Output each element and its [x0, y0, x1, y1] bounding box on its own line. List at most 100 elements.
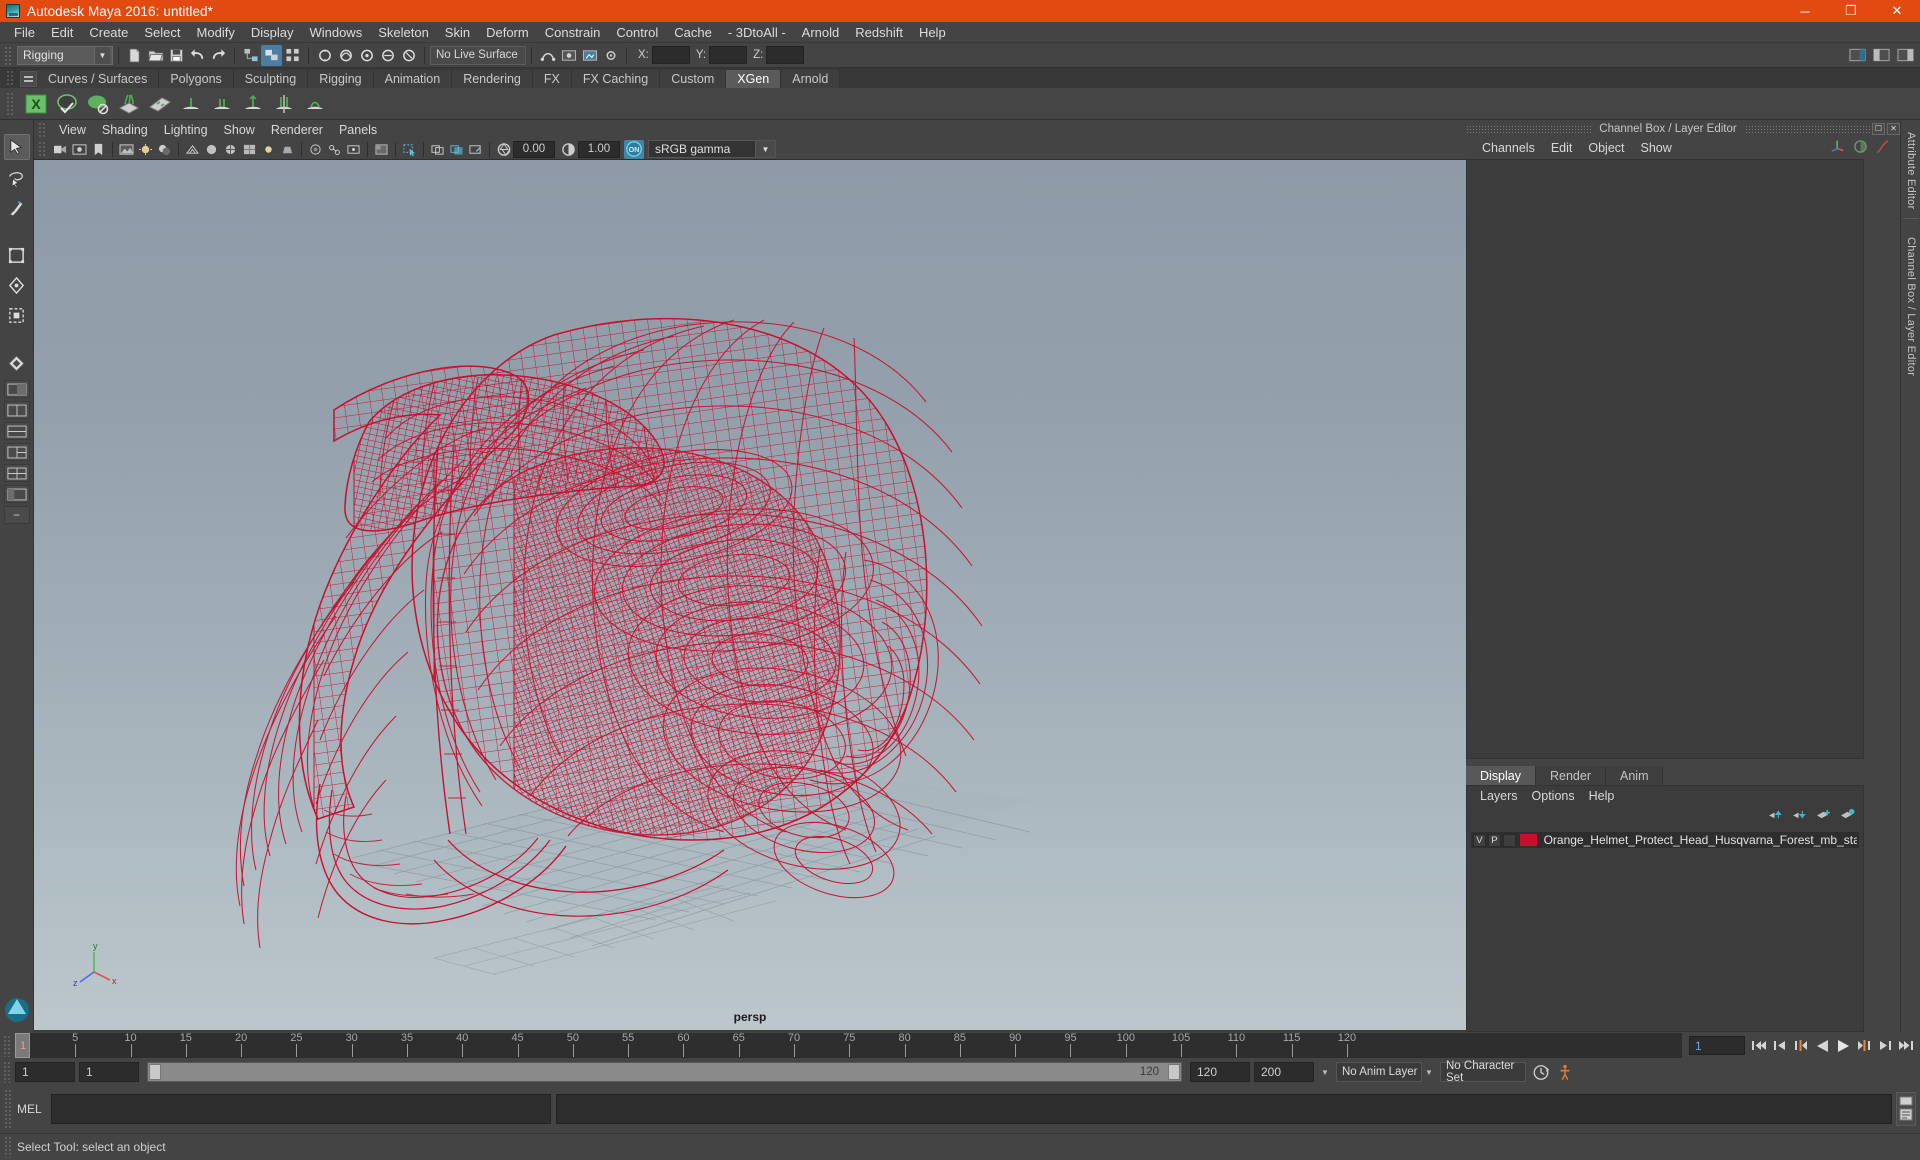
step-back-frame-icon[interactable]: [1792, 1036, 1810, 1055]
undo-button[interactable]: [187, 45, 208, 66]
viewport-menu-show[interactable]: Show: [216, 122, 263, 138]
layout-two-pane-stacked-button[interactable]: [3, 422, 30, 440]
xgen-groomable-spline-icon[interactable]: [83, 89, 113, 119]
menu-display[interactable]: Display: [243, 23, 302, 42]
maximize-button[interactable]: ❐: [1828, 0, 1874, 22]
chevron-down-icon[interactable]: ▼: [1318, 1062, 1332, 1082]
create-layer-from-selected-icon[interactable]: [1840, 808, 1855, 824]
xgen-window-icon[interactable]: X: [21, 89, 51, 119]
layer-display-type-toggle[interactable]: [1502, 833, 1516, 847]
snap-to-curve-button[interactable]: [335, 45, 356, 66]
channel-box-menu-channels[interactable]: Channels: [1474, 140, 1543, 156]
menu-arnold[interactable]: Arnold: [794, 23, 848, 42]
menu-skeleton[interactable]: Skeleton: [370, 23, 437, 42]
select-by-component-type-button[interactable]: [282, 45, 303, 66]
anim-layer-selector[interactable]: No Anim Layer: [1336, 1062, 1422, 1082]
statusline-grip[interactable]: [4, 45, 13, 65]
chevron-down-icon[interactable]: ▼: [755, 141, 775, 157]
wireframe-shaded-icon[interactable]: [183, 140, 202, 159]
menu-select[interactable]: Select: [136, 23, 188, 42]
shelf-icons-grip[interactable]: [6, 91, 15, 116]
xgen-length-brush-icon[interactable]: [238, 89, 268, 119]
xray-icon[interactable]: [306, 140, 325, 159]
xgen-spline-primitive-icon[interactable]: [52, 89, 82, 119]
shelf-tab-polygons[interactable]: Polygons: [159, 70, 234, 88]
shelf-menu-button[interactable]: [20, 71, 37, 87]
undock-panel-button[interactable]: ☐: [1872, 122, 1886, 135]
save-scene-button[interactable]: [166, 45, 187, 66]
channel-box-menu-edit[interactable]: Edit: [1543, 140, 1581, 156]
animation-end-field[interactable]: 200: [1254, 1062, 1314, 1082]
play-backwards-icon[interactable]: [1813, 1036, 1831, 1055]
show-hide-channel-box-button[interactable]: [1895, 45, 1916, 66]
shelf-tab-fx-caching[interactable]: FX Caching: [571, 70, 661, 88]
shading-sphere-icon[interactable]: [1853, 139, 1868, 157]
current-time-indicator[interactable]: 1: [15, 1033, 30, 1058]
shelf-tab-rigging[interactable]: Rigging: [308, 70, 374, 88]
viewport-menu-renderer[interactable]: Renderer: [263, 122, 331, 138]
menu-deform[interactable]: Deform: [478, 23, 537, 42]
show-hide-tool-settings-button[interactable]: [1871, 45, 1892, 66]
current-frame-field[interactable]: 1: [1689, 1036, 1745, 1055]
viewport-menu-panels[interactable]: Panels: [331, 122, 385, 138]
select-camera-icon[interactable]: [51, 140, 70, 159]
script-editor-icon[interactable]: [1896, 1092, 1916, 1126]
open-scene-button[interactable]: [145, 45, 166, 66]
create-empty-layer-icon[interactable]: [1816, 808, 1831, 824]
menu-modify[interactable]: Modify: [189, 23, 243, 42]
shelf-tab-custom[interactable]: Custom: [660, 70, 727, 88]
command-input[interactable]: [51, 1094, 551, 1124]
step-forward-key-icon[interactable]: [1876, 1036, 1894, 1055]
move-tool[interactable]: [4, 242, 30, 268]
z-axis-field[interactable]: [766, 46, 805, 64]
menu-constrain[interactable]: Constrain: [537, 23, 609, 42]
shelf-grip[interactable]: [6, 70, 15, 87]
help-line-grip[interactable]: [4, 1136, 13, 1158]
bookmark-icon[interactable]: [89, 140, 108, 159]
layer-menu-layers[interactable]: Layers: [1473, 788, 1525, 804]
film-gate-icon[interactable]: [447, 140, 466, 159]
script-language-label[interactable]: MEL: [17, 1102, 51, 1116]
range-slider-grip[interactable]: [3, 1061, 12, 1083]
exposure-isolate-icon[interactable]: [372, 140, 391, 159]
lasso-select-tool[interactable]: [4, 164, 30, 190]
camera-attributes-icon[interactable]: [70, 140, 89, 159]
channel-box-layer-editor-tab[interactable]: Channel Box / Layer Editor: [1905, 237, 1917, 376]
shelf-tab-rendering[interactable]: Rendering: [452, 70, 533, 88]
paint-select-tool[interactable]: [4, 194, 30, 220]
menu-edit[interactable]: Edit: [43, 23, 81, 42]
channel-box-menu-show[interactable]: Show: [1633, 140, 1680, 156]
attribute-editor-tab[interactable]: Attribute Editor: [1905, 132, 1917, 210]
twosided-lighting-icon[interactable]: [136, 140, 155, 159]
render-view-button[interactable]: [558, 45, 579, 66]
smooth-shade-icon[interactable]: [202, 140, 221, 159]
construction-history-button[interactable]: [537, 45, 558, 66]
persp-viewport[interactable]: y z x persp: [34, 160, 1466, 1030]
chevron-down-icon[interactable]: ▼: [1422, 1062, 1436, 1082]
live-surface-field[interactable]: No Live Surface: [430, 45, 526, 65]
close-button[interactable]: ✕: [1874, 0, 1920, 22]
ipr-render-button[interactable]: [579, 45, 600, 66]
range-end-field[interactable]: 120: [1190, 1062, 1250, 1082]
resolution-gate-icon[interactable]: [466, 140, 485, 159]
shadows-icon[interactable]: [155, 140, 174, 159]
scale-tool[interactable]: [4, 302, 30, 328]
range-start-handle[interactable]: [149, 1064, 161, 1080]
rotate-tool[interactable]: [4, 272, 30, 298]
layer-color-swatch[interactable]: [1519, 834, 1537, 846]
xgen-card-primitive-icon[interactable]: [145, 89, 175, 119]
shelf-tab-animation[interactable]: Animation: [373, 70, 453, 88]
shelf-tab-sculpting[interactable]: Sculpting: [233, 70, 309, 88]
menu-file[interactable]: File: [6, 23, 43, 42]
layer-menu-options[interactable]: Options: [1525, 788, 1582, 804]
color-management-selector[interactable]: sRGB gamma ▼: [648, 140, 776, 158]
layout-four-pane-button[interactable]: [3, 464, 30, 482]
move-layer-down-icon[interactable]: [1792, 808, 1807, 824]
layout-two-pane-side-button[interactable]: [3, 401, 30, 419]
menu-cache[interactable]: Cache: [666, 23, 720, 42]
channel-box-content[interactable]: [1466, 159, 1864, 759]
shelf-tab-fx[interactable]: FX: [532, 70, 572, 88]
show-hide-attribute-editor-button[interactable]: [1847, 45, 1868, 66]
snap-to-projected-center-button[interactable]: [377, 45, 398, 66]
xray-active-components-icon[interactable]: [344, 140, 363, 159]
